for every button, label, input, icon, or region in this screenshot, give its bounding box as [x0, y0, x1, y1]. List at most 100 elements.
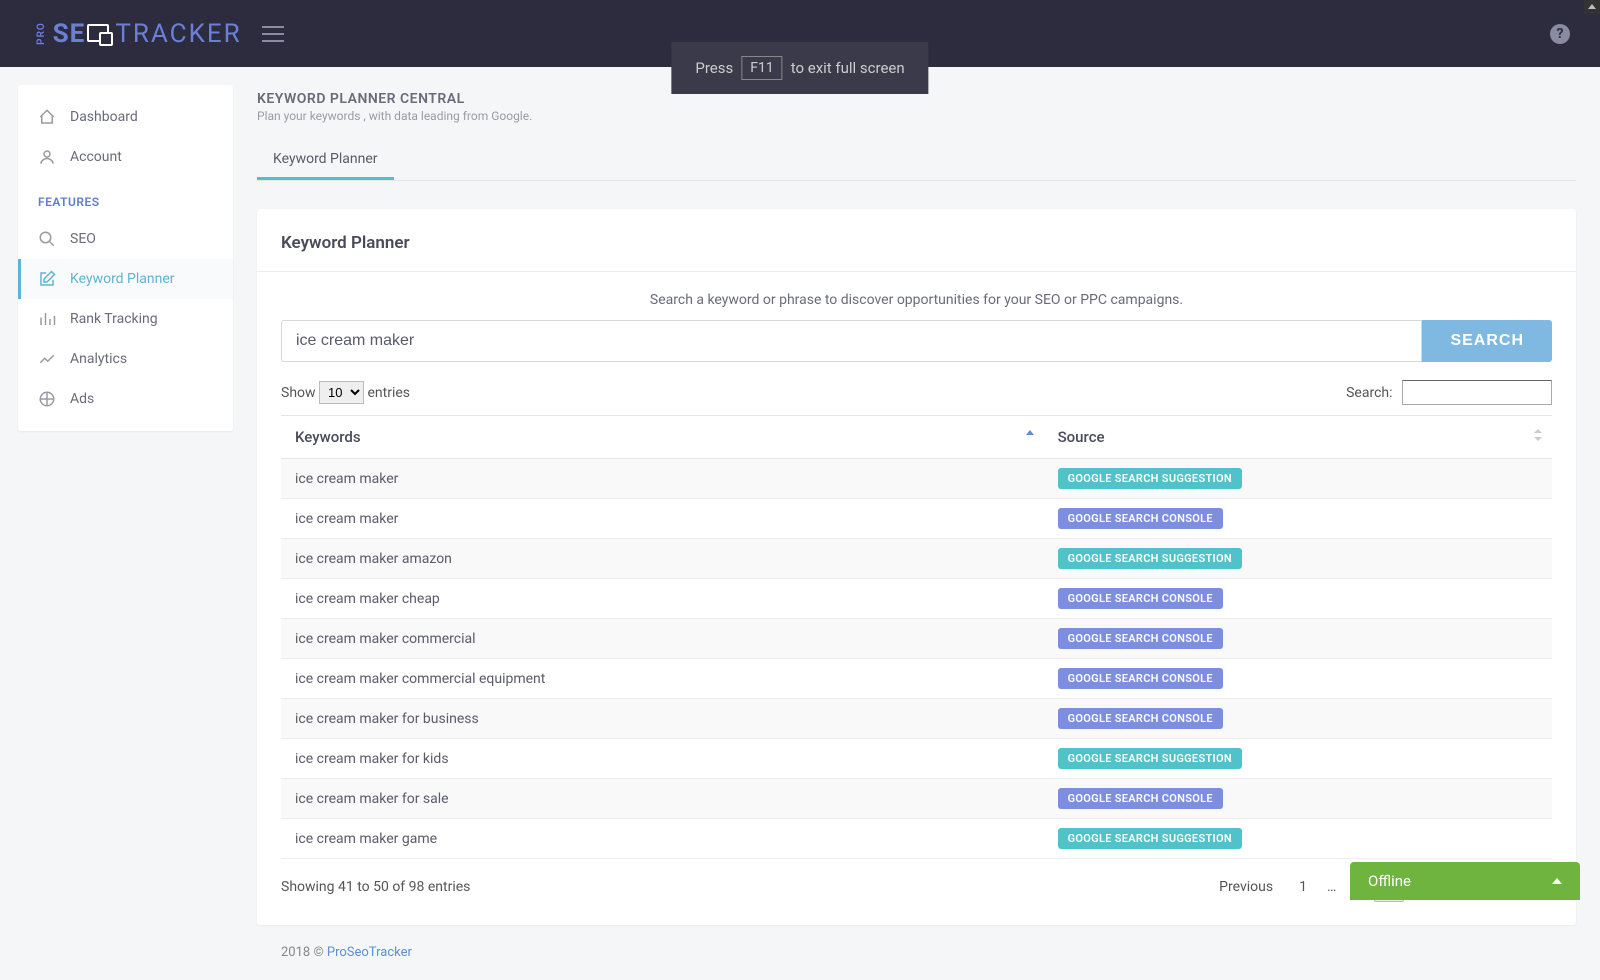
chart-icon [38, 310, 56, 328]
cell-keyword: ice cream maker for kids [281, 739, 1044, 779]
table-row[interactable]: ice cream maker commercial equipment GOOG… [281, 659, 1552, 699]
fullscreen-rest: to exit full screen [791, 59, 905, 77]
sidebar: Dashboard Account FEATURES SEO Keyword P… [18, 85, 233, 431]
logo-se: SE [53, 19, 86, 49]
cell-source: GOOGLE SEARCH CONSOLE [1044, 579, 1552, 619]
sidebar-item-label: Ads [70, 391, 94, 407]
cell-source: GOOGLE SEARCH SUGGESTION [1044, 459, 1552, 499]
cell-source: GOOGLE SEARCH CONSOLE [1044, 699, 1552, 739]
sort-asc-icon [1026, 430, 1034, 435]
cell-source: GOOGLE SEARCH SUGGESTION [1044, 539, 1552, 579]
fullscreen-press: Press [695, 59, 733, 77]
table-row[interactable]: ice cream maker game GOOGLE SEARCH SUGGES… [281, 819, 1552, 859]
search-icon [38, 230, 56, 248]
sidebar-item-ads[interactable]: Ads [18, 379, 233, 419]
footer: 2018 © ProSeoTracker [257, 925, 1576, 980]
table-row[interactable]: ice cream maker amazon GOOGLE SEARCH SUGG… [281, 539, 1552, 579]
source-badge: GOOGLE SEARCH CONSOLE [1058, 588, 1223, 609]
table-row[interactable]: ice cream maker for business GOOGLE SEARC… [281, 699, 1552, 739]
cell-keyword: ice cream maker amazon [281, 539, 1044, 579]
sidebar-item-label: Account [70, 149, 122, 165]
table-row[interactable]: ice cream maker for saleGOOGLE SEARCH CO… [281, 779, 1552, 819]
cell-keyword: ice cream maker cheap [281, 579, 1044, 619]
offline-widget[interactable]: Offline [1350, 862, 1580, 900]
edit-icon [38, 270, 56, 288]
table-info: Showing 41 to 50 of 98 entries [281, 879, 470, 895]
user-icon [38, 148, 56, 166]
logo-icon [87, 24, 109, 42]
app-header: PRO SE TRACKER ? Press F11 to exit full … [0, 0, 1600, 67]
trend-icon [38, 350, 56, 368]
sidebar-item-dashboard[interactable]: Dashboard [18, 97, 233, 137]
keyword-planner-card: Keyword Planner Search a keyword or phra… [257, 209, 1576, 925]
sidebar-item-label: Dashboard [70, 109, 138, 125]
chevron-up-icon [1552, 878, 1562, 884]
column-keywords[interactable]: Keywords [281, 416, 1044, 459]
table-row[interactable]: ice cream maker GOOGLE SEARCH SUGGESTION [281, 459, 1552, 499]
logo-tracker: TRACKER [115, 19, 241, 49]
source-badge: GOOGLE SEARCH CONSOLE [1058, 628, 1223, 649]
tab-keyword-planner[interactable]: Keyword Planner [257, 141, 394, 180]
table-row[interactable]: ice cream maker commercial GOOGLE SEARCH … [281, 619, 1552, 659]
pagination-previous[interactable]: Previous [1209, 873, 1283, 901]
cell-keyword: ice cream maker [281, 499, 1044, 539]
show-entries-control: Show 10 entries [281, 381, 410, 404]
source-badge: GOOGLE SEARCH SUGGESTION [1058, 748, 1242, 769]
table-search-input[interactable] [1402, 380, 1552, 405]
home-icon [38, 108, 56, 126]
source-badge: GOOGLE SEARCH SUGGESTION [1058, 468, 1242, 489]
table-row[interactable]: ice cream maker for kids GOOGLE SEARCH SU… [281, 739, 1552, 779]
cell-source: GOOGLE SEARCH CONSOLE [1044, 659, 1552, 699]
sidebar-item-label: SEO [70, 231, 96, 247]
target-icon [38, 390, 56, 408]
menu-toggle-button[interactable] [262, 21, 284, 47]
source-badge: GOOGLE SEARCH CONSOLE [1058, 508, 1223, 529]
sidebar-item-label: Rank Tracking [70, 311, 158, 327]
source-badge: GOOGLE SEARCH SUGGESTION [1058, 548, 1242, 569]
search-hint: Search a keyword or phrase to discover o… [257, 272, 1576, 320]
source-badge: GOOGLE SEARCH CONSOLE [1058, 668, 1223, 689]
entries-select[interactable]: 10 [319, 381, 364, 404]
source-badge: GOOGLE SEARCH SUGGESTION [1058, 828, 1242, 849]
sidebar-item-keyword-planner[interactable]: Keyword Planner [18, 259, 233, 299]
fullscreen-key: F11 [741, 56, 782, 80]
cell-source: GOOGLE SEARCH SUGGESTION [1044, 819, 1552, 859]
offline-label: Offline [1368, 872, 1411, 890]
sidebar-item-seo[interactable]: SEO [18, 219, 233, 259]
pagination-page[interactable]: 1 [1289, 873, 1317, 901]
table-row[interactable]: ice cream maker GOOGLE SEARCH CONSOLE [281, 499, 1552, 539]
sidebar-item-account[interactable]: Account [18, 137, 233, 177]
search-button[interactable]: SEARCH [1422, 320, 1552, 362]
sidebar-item-analytics[interactable]: Analytics [18, 339, 233, 379]
logo[interactable]: PRO SE TRACKER [30, 19, 242, 49]
page-subtitle: Plan your keywords , with data leading f… [257, 109, 1576, 123]
help-icon[interactable]: ? [1550, 24, 1570, 44]
keyword-search-input[interactable] [281, 320, 1422, 362]
fullscreen-banner: Press F11 to exit full screen [671, 42, 928, 94]
sidebar-item-label: Analytics [70, 351, 127, 367]
tabs: Keyword Planner [257, 141, 1576, 181]
cell-keyword: ice cream maker commercial [281, 619, 1044, 659]
footer-link[interactable]: ProSeoTracker [327, 945, 412, 960]
table-row[interactable]: ice cream maker cheap GOOGLE SEARCH CONSO… [281, 579, 1552, 619]
cell-keyword: ice cream maker [281, 459, 1044, 499]
pagination-page: … [1317, 873, 1346, 901]
cell-source: GOOGLE SEARCH SUGGESTION [1044, 739, 1552, 779]
cell-keyword: ice cream maker commercial equipment [281, 659, 1044, 699]
sidebar-item-rank-tracking[interactable]: Rank Tracking [18, 299, 233, 339]
column-source[interactable]: Source [1044, 416, 1552, 459]
main-content: KEYWORD PLANNER CENTRAL Plan your keywor… [233, 67, 1600, 980]
cell-keyword: ice cream maker game [281, 819, 1044, 859]
cell-source: GOOGLE SEARCH CONSOLE [1044, 499, 1552, 539]
keywords-table: Keywords Source ice cream maker GOOGLE SE… [281, 415, 1552, 859]
logo-pro: PRO [36, 22, 47, 45]
scroll-up-indicator[interactable] [1584, 0, 1600, 14]
cell-keyword: ice cream maker for business [281, 699, 1044, 739]
card-title: Keyword Planner [257, 233, 1576, 272]
sidebar-heading-features: FEATURES [18, 177, 233, 219]
cell-source: GOOGLE SEARCH CONSOLE [1044, 619, 1552, 659]
cell-source: GOOGLE SEARCH CONSOLE [1044, 779, 1552, 819]
source-badge: GOOGLE SEARCH CONSOLE [1058, 708, 1223, 729]
table-search-control: Search: [1346, 380, 1552, 405]
cell-keyword: ice cream maker for sale [281, 779, 1044, 819]
